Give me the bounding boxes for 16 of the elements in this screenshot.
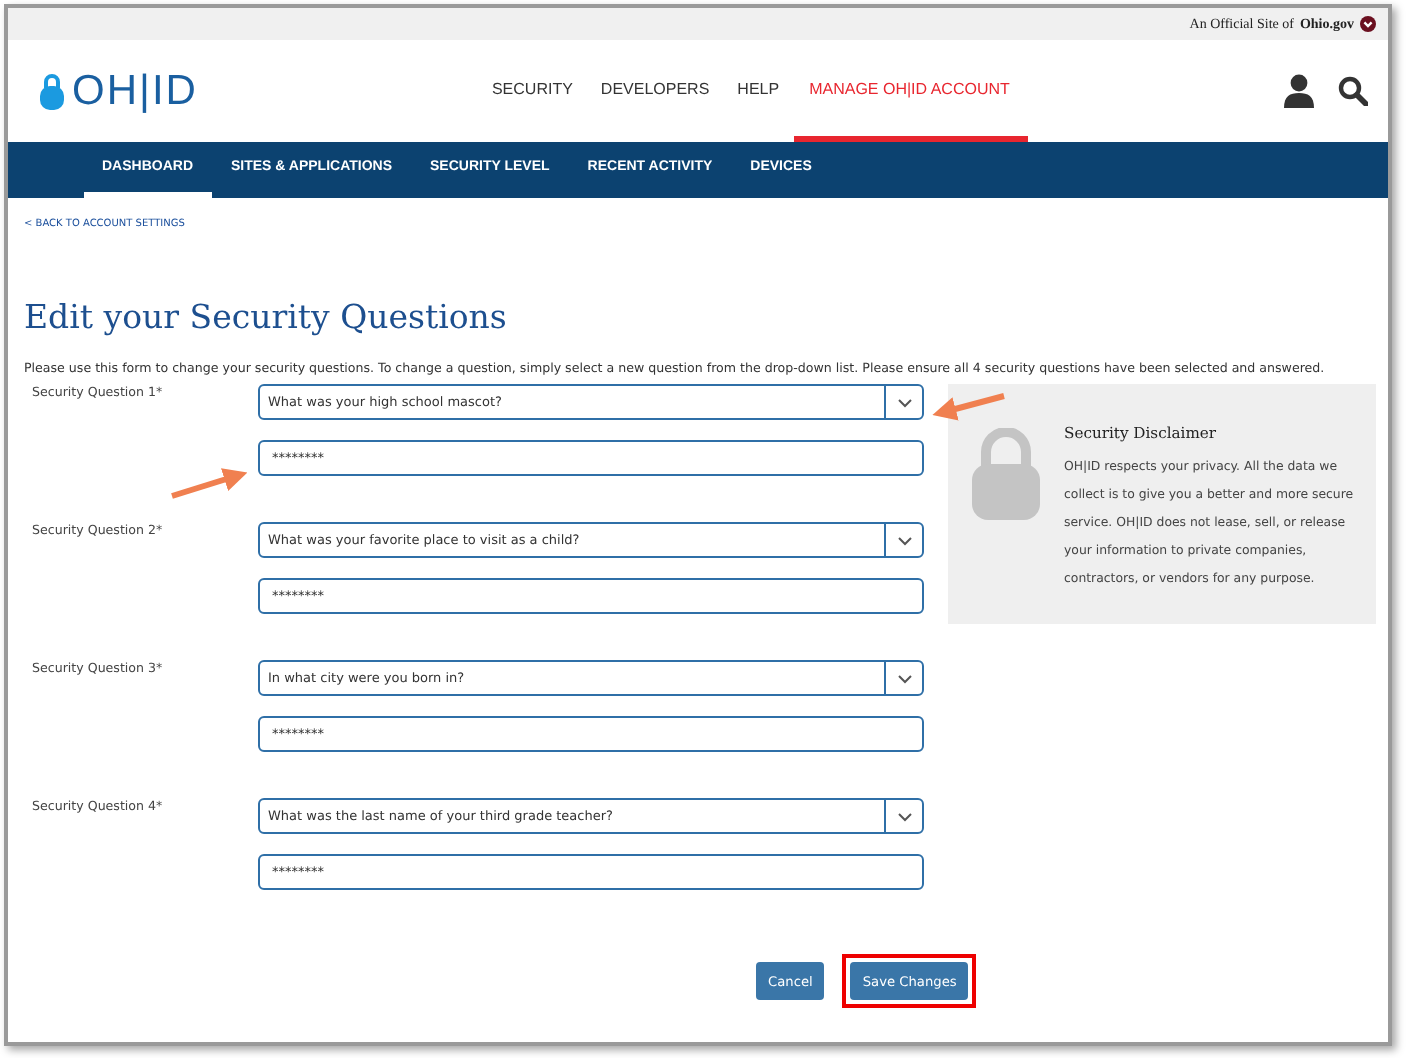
nav-link[interactable]: DEVELOPERS	[586, 40, 724, 142]
nav-link[interactable]: HELP	[723, 40, 794, 142]
page-title: Edit your Security Questions	[24, 298, 509, 336]
nav-link[interactable]: SECURITY	[477, 40, 587, 142]
chevron-down-icon	[897, 535, 911, 545]
chevron-down-icon[interactable]	[1360, 16, 1376, 32]
chevron-down-icon	[897, 811, 911, 821]
padlock-icon	[972, 428, 1040, 520]
user-icon[interactable]	[1284, 74, 1314, 108]
padlock-icon	[40, 72, 64, 110]
search-icon[interactable]	[1338, 76, 1368, 106]
annotation-arrow	[932, 393, 1005, 421]
ohid-logo-text[interactable]: OH|ID	[72, 67, 198, 115]
chevron-down-icon	[897, 673, 911, 683]
annotation-arrow	[171, 468, 248, 499]
chevron-down-icon	[897, 397, 911, 407]
